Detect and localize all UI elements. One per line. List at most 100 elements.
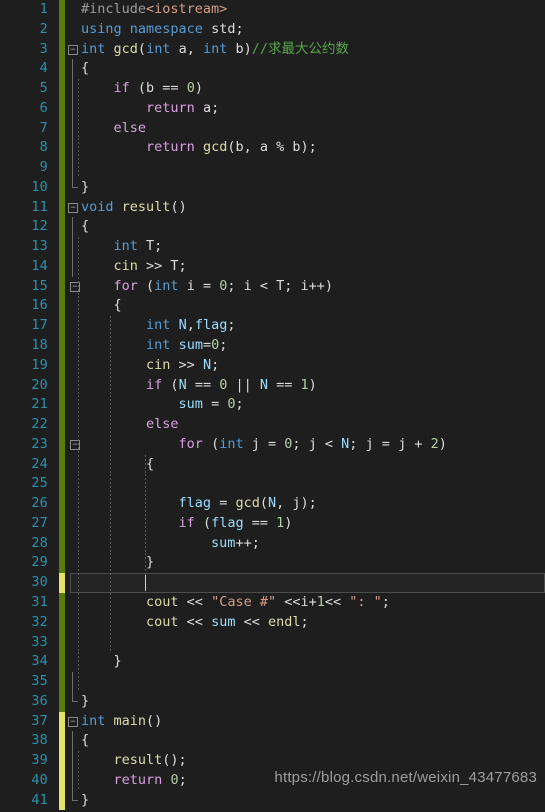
code-line[interactable]: 14 cin >> T; [0,256,545,277]
code-line[interactable]: 36} [0,691,545,712]
code-line[interactable]: 35 [0,672,545,692]
code-line[interactable]: 29 } [0,553,545,574]
code-token: return [113,771,163,788]
code-line[interactable]: 2 using namespace std; [0,19,545,40]
code-line[interactable]: 37 − int main() [0,711,545,732]
code-line[interactable]: 24 { [0,454,545,475]
code-text[interactable]: int main() [81,712,162,732]
code-text[interactable]: int sum=0; [81,336,227,356]
code-line[interactable]: 34 } [0,652,545,673]
code-line[interactable]: 30 [0,573,545,593]
code-token: T; [137,238,163,255]
code-text[interactable]: #include<iostream> [81,0,227,20]
code-text[interactable]: { [81,59,89,79]
code-line[interactable]: 38 { [0,731,545,752]
code-text[interactable]: if (b == 0) [81,79,203,99]
code-line[interactable]: 1 #include<iostream> [0,0,545,20]
code-text[interactable]: else [81,119,147,139]
code-text[interactable]: result(); [81,751,187,771]
code-line[interactable]: 33 [0,632,545,653]
code-text[interactable]: { [81,217,89,237]
change-indicator-bar [59,316,65,337]
code-text[interactable]: void result() [81,198,187,218]
change-indicator-bar [59,98,65,119]
code-line[interactable]: 41} [0,790,545,811]
code-line[interactable]: 32 cout << sum << endl; [0,612,545,633]
code-text[interactable]: return a; [81,99,219,119]
code-text[interactable]: for (int i = 0; i < T; i++) [81,277,334,297]
code-text[interactable]: if (flag == 1) [81,514,293,534]
code-line[interactable]: 31 cout << "Case #" <<i+1<< ": "; [0,592,545,613]
code-line[interactable]: 6 return a; [0,98,545,119]
code-text[interactable]: } [81,553,154,573]
code-line[interactable]: 23− for (int j = 0; j < N; j = j + 2) [0,434,545,455]
code-text[interactable]: int N,flag; [81,316,235,336]
line-number: 6 [39,99,48,116]
code-text[interactable]: else [81,415,179,435]
code-line[interactable]: 18 int sum=0; [0,336,545,356]
change-indicator-bar [59,237,65,257]
fold-region-line [72,672,73,692]
code-text[interactable]: cin >> T; [81,257,187,277]
change-indicator-bar [59,197,65,218]
code-text[interactable]: for (int j = 0; j < N; j = j + 2) [81,435,447,455]
code-token: << [235,613,268,630]
code-line[interactable]: 12 { [0,217,545,238]
code-line[interactable]: 20 if (N == 0 || N == 1) [0,375,545,396]
code-token: ++; [235,534,260,551]
code-text[interactable]: using namespace std; [81,20,244,40]
code-line[interactable]: 27 if (flag == 1) [0,513,545,534]
code-line[interactable]: 3− int gcd(int a, int b)//求最大公约数 [0,39,545,60]
code-line[interactable]: 17 int N,flag; [0,316,545,337]
code-text[interactable]: return gcd(b, a % b); [81,138,317,158]
code-text[interactable]: cout << "Case #" <<i+1<< ": "; [81,593,390,613]
fold-collapse-icon[interactable]: − [68,716,78,727]
code-lines-container[interactable]: 1 #include<iostream> 2 using namespace std;… [0,0,545,811]
code-text[interactable]: flag = gcd(N, j); [81,494,317,514]
code-line[interactable]: 39 result(); [0,751,545,771]
code-token: } [81,178,90,195]
code-text[interactable]: sum++; [81,534,260,554]
code-text[interactable]: return 0; [81,771,187,791]
code-text[interactable]: } [81,178,89,198]
code-line[interactable]: 10} [0,177,545,198]
code-text[interactable]: cout << sum << endl; [81,613,309,633]
code-token: N [202,356,212,373]
code-line[interactable]: 16 { [0,296,545,317]
code-line[interactable]: 9 [0,158,545,178]
code-token: 1 [300,376,309,393]
code-text[interactable]: int gcd(int a, int b)//求最大公约数 [81,40,349,60]
indent-guide [78,375,79,396]
code-text[interactable]: { [81,455,154,475]
code-line[interactable]: 11 − void result() [0,197,545,218]
code-text[interactable]: { [81,731,89,751]
code-line[interactable]: 28 sum++; [0,533,545,554]
code-text[interactable]: int T; [81,237,163,257]
fold-collapse-icon[interactable]: − [68,202,78,213]
code-line[interactable]: 26 flag = gcd(N, j); [0,494,545,514]
code-line[interactable]: 4{ [0,59,545,80]
code-token: N [267,495,277,512]
code-text[interactable]: cin >> N; [81,356,219,376]
code-line[interactable]: 5 if (b == 0) [0,79,545,99]
code-text[interactable]: if (N == 0 || N == 1) [81,376,317,396]
fold-collapse-icon[interactable]: − [68,44,78,55]
change-indicator-bar [59,415,65,435]
code-text[interactable]: } [81,692,89,712]
code-text[interactable]: { [81,296,122,316]
code-text[interactable]: } [81,652,122,672]
code-editor[interactable]: 1 #include<iostream> 2 using namespace std;… [0,0,545,812]
change-indicator-bar [59,632,65,653]
code-line[interactable]: 7 else [0,118,545,139]
code-line[interactable]: 25 [0,474,545,495]
code-line[interactable]: 22 else [0,415,545,435]
code-line[interactable]: 21 sum = 0; [0,395,545,416]
code-line[interactable]: 19 cin >> N; [0,355,545,376]
code-text[interactable]: sum = 0; [81,395,244,415]
code-line[interactable]: 13 int T; [0,237,545,257]
code-line[interactable]: 8 return gcd(b, a % b); [0,138,545,159]
code-line[interactable]: 15− for (int i = 0; i < T; i++) [0,276,545,297]
code-text[interactable]: } [81,791,89,811]
